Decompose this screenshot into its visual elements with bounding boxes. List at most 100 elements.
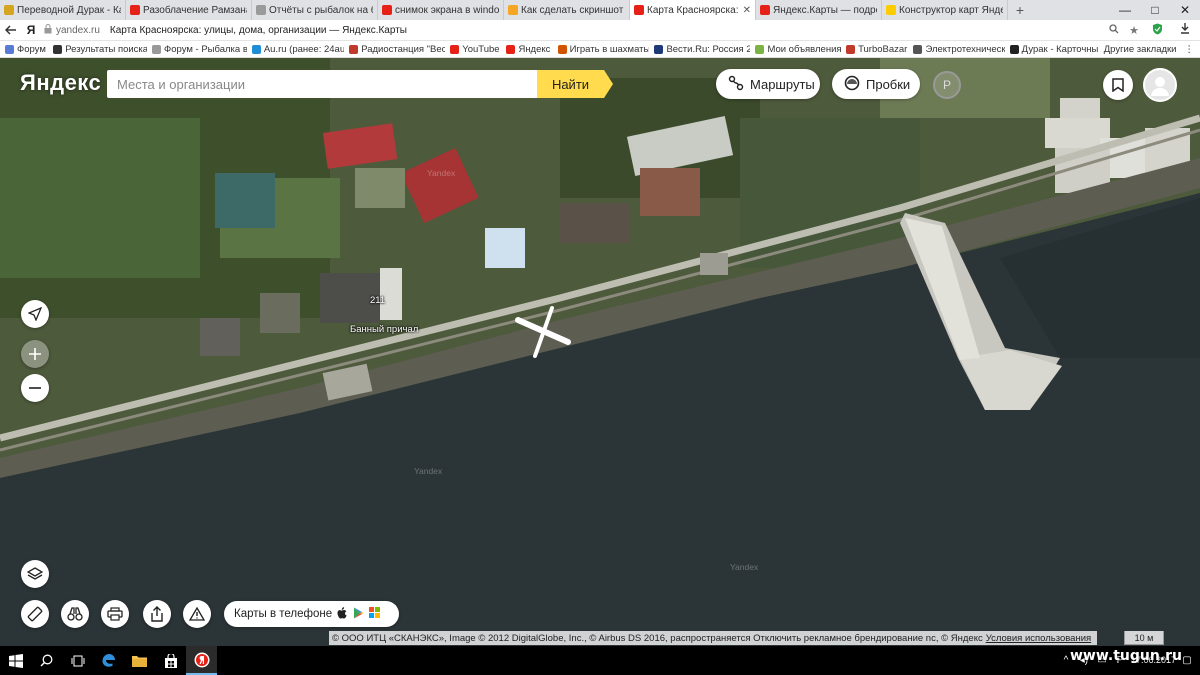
bookmark-item[interactable]: YouTube	[445, 44, 501, 55]
minimize-button[interactable]: —	[1110, 0, 1140, 20]
routes-button[interactable]: Маршруты	[716, 69, 820, 99]
tab-title: снимок экрана в windows 1	[395, 4, 499, 16]
bookmark-favicon-icon	[1009, 44, 1019, 54]
traffic-button[interactable]: Пробки	[832, 69, 920, 99]
tabs-list: Переводной Дурак - Карто Разоблачение Рам…	[0, 0, 1008, 20]
yandex-logo[interactable]: Я	[22, 23, 40, 37]
tab-favicon-icon	[256, 5, 266, 15]
locate-arrow-icon[interactable]	[21, 300, 49, 328]
yandex-maps-logo[interactable]: Яндекс	[20, 70, 101, 96]
search-taskbar-icon[interactable]	[31, 646, 62, 675]
tab-title: Отчёты с рыбалок на балд	[269, 4, 373, 16]
bookmark-item[interactable]: Результаты поиска	[48, 44, 147, 55]
house-number-label[interactable]: 211	[370, 295, 385, 306]
tab-title: Переводной Дурак - Карто	[17, 4, 121, 16]
plus-icon[interactable]	[21, 340, 49, 368]
bookmark-item[interactable]: Мои объявления	[750, 44, 841, 55]
bookmark-label: TurboBazar	[858, 43, 908, 55]
bookmark-item[interactable]: Форум	[0, 44, 48, 55]
browser-tab[interactable]: Отчёты с рыбалок на балд	[252, 0, 378, 20]
browser-tab[interactable]: снимок экрана в windows 1	[378, 0, 504, 20]
bookmark-label: Яндекс	[518, 43, 551, 55]
routes-label: Маршруты	[750, 76, 815, 92]
browser-tab[interactable]: Разоблачение Рамзана Кад	[126, 0, 252, 20]
mobile-apps-label: Карты в телефоне	[234, 608, 333, 620]
tab-bar: Переводной Дурак - Карто Разоблачение Рам…	[0, 0, 1200, 20]
bookmark-item[interactable]: Яндекс	[501, 44, 552, 55]
user-icon[interactable]	[1143, 68, 1177, 102]
bookmark-item[interactable]: Вести.Ru: Россия 2	[649, 44, 750, 55]
close-tab-icon[interactable]: ✕	[743, 5, 751, 16]
terms-link[interactable]: Условия использования	[986, 633, 1091, 644]
search-input[interactable]	[107, 70, 537, 98]
tab-favicon-icon	[634, 5, 644, 15]
download-icon[interactable]	[1170, 23, 1200, 37]
bookmark-label: Играть в шахматы	[569, 43, 650, 55]
bookmark-icon[interactable]	[1103, 70, 1133, 100]
search-icon[interactable]	[1104, 23, 1124, 37]
warning-icon[interactable]	[183, 600, 211, 628]
map-view[interactable]: Яндекс Найти Маршруты Пробки P	[0, 58, 1200, 646]
bookmark-item[interactable]: TurboBazar	[841, 44, 908, 55]
bookmark-item[interactable]: Дурак - Карточны	[1005, 44, 1098, 55]
address-bar: Я yandex.ru Карта Красноярска: улицы, до…	[0, 20, 1200, 41]
search-button[interactable]: Найти	[537, 70, 613, 98]
parking-icon[interactable]: P	[933, 71, 961, 99]
bookmark-favicon-icon	[846, 44, 856, 54]
shield-icon[interactable]	[1144, 23, 1170, 38]
bookmark-item[interactable]: Электротехническ	[908, 44, 1005, 55]
url-page-title[interactable]: Карта Красноярска: улицы, дома, организа…	[110, 25, 1104, 36]
bookmark-item[interactable]: Радиостанция "Вес	[344, 44, 445, 55]
maximize-button[interactable]: □	[1140, 0, 1170, 20]
bookmark-item[interactable]: Au.ru (ранее: 24au	[247, 44, 344, 55]
bookmark-label: Мои объявления	[767, 43, 842, 55]
close-window-button[interactable]: ✕	[1170, 0, 1200, 20]
binoculars-icon[interactable]	[61, 600, 89, 628]
yandex-browser-icon[interactable]	[186, 646, 217, 675]
tab-title: Разоблачение Рамзана Кад	[143, 4, 247, 16]
tab-favicon-icon	[130, 5, 140, 15]
notifications-icon[interactable]: ▢	[1180, 655, 1194, 666]
share-icon[interactable]	[143, 600, 171, 628]
tab-title: Конструктор карт Яндекса	[899, 4, 1003, 16]
ruler-icon[interactable]	[21, 600, 49, 628]
tab-favicon-icon	[760, 5, 770, 15]
tab-title: Как сделать скриншот в Wi	[521, 4, 625, 16]
new-tab-button[interactable]: +	[1008, 0, 1032, 20]
bookmark-item[interactable]: Форум - Рыбалка в	[147, 44, 247, 55]
bookmark-label: Форум	[17, 43, 46, 55]
browser-tab[interactable]: Карта Красноярска: улиц✕	[630, 0, 756, 20]
windows-start-icon[interactable]	[0, 646, 31, 675]
map-watermark: Yandex	[427, 168, 456, 178]
url-domain[interactable]: yandex.ru	[56, 25, 100, 36]
bookmark-label: YouTube	[462, 43, 500, 55]
bookmarks-list: Форум Результаты поиска Форум - Рыбалка в A…	[0, 44, 1098, 55]
bookmark-item[interactable]: Играть в шахматы	[553, 43, 650, 55]
mobile-apps-button[interactable]: Карты в телефоне	[224, 601, 399, 627]
store-icon[interactable]	[155, 646, 186, 675]
minus-icon[interactable]	[21, 374, 49, 402]
bookmark-favicon-icon	[913, 44, 923, 54]
explorer-icon[interactable]	[124, 646, 155, 675]
bookmark-favicon-icon	[53, 44, 63, 54]
other-bookmarks-button[interactable]: Другие закладки	[1098, 44, 1183, 55]
menu-icon[interactable]: ⋮	[1183, 44, 1200, 55]
browser-tab[interactable]: Как сделать скриншот в Wi	[504, 0, 630, 20]
edge-icon[interactable]	[93, 646, 124, 675]
bookmark-label: Форум - Рыбалка в	[164, 43, 247, 55]
browser-tab[interactable]: Конструктор карт Яндекса	[882, 0, 1008, 20]
lock-icon[interactable]	[40, 23, 56, 37]
back-arrow-icon[interactable]	[0, 23, 22, 38]
browser-tab[interactable]: Яндекс.Карты — подробна	[756, 0, 882, 20]
bookmark-label: Au.ru (ранее: 24au	[263, 43, 345, 55]
task-view-icon[interactable]	[62, 646, 93, 675]
layers-icon[interactable]	[21, 560, 49, 588]
bookmark-label: Вести.Ru: Россия 2	[666, 43, 751, 55]
browser-tab[interactable]: Переводной Дурак - Карто	[0, 0, 126, 20]
play-store-icon	[353, 607, 364, 622]
star-icon[interactable]: ★	[1124, 24, 1144, 37]
bookmark-favicon-icon	[349, 44, 359, 54]
printer-icon[interactable]	[101, 600, 129, 628]
satellite-imagery[interactable]	[0, 58, 1200, 646]
pier-label[interactable]: Банный причал	[350, 324, 418, 335]
